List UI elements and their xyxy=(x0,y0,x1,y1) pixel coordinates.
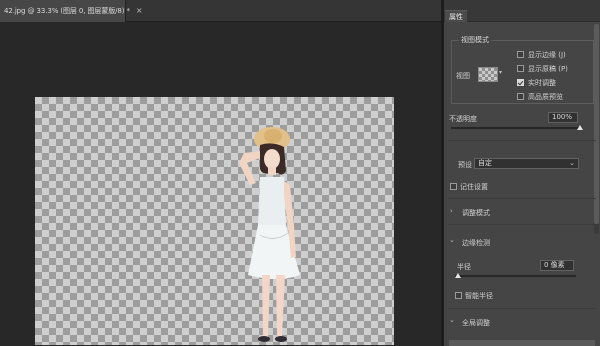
person-cutout-image xyxy=(239,127,300,342)
hq-preview-label: 高品质预览 xyxy=(528,93,563,101)
radius-slider-handle[interactable] xyxy=(455,273,461,278)
show-original-checkbox[interactable] xyxy=(517,65,524,72)
scrollbar-thumb[interactable] xyxy=(594,24,599,224)
collapsed-section-bar xyxy=(449,340,595,346)
radius-input[interactable]: 0 像素 xyxy=(540,260,574,271)
document-tab-title: 42.jpg @ 33.3% (图层 0, 图层蒙版/8) * xyxy=(4,7,130,15)
chevron-down-icon: ⌄ xyxy=(569,159,575,167)
show-edge-checkbox[interactable] xyxy=(517,51,524,58)
preset-select[interactable]: 自定 ⌄ xyxy=(474,158,579,169)
realtime-adjust-checkbox[interactable] xyxy=(517,79,524,86)
radius-slider-track[interactable] xyxy=(455,275,576,277)
chevron-down-icon[interactable]: ⌄ xyxy=(449,316,455,324)
remember-settings-checkbox[interactable] xyxy=(450,183,457,190)
global-adjust-label[interactable]: 全局调整 xyxy=(462,318,490,328)
view-mode-title: 视图模式 xyxy=(459,35,491,45)
divider xyxy=(448,308,596,309)
divider xyxy=(448,224,596,225)
opacity-slider-track[interactable] xyxy=(451,127,580,129)
chevron-down-icon[interactable]: ⌄ xyxy=(449,236,455,244)
edge-detection-label[interactable]: 边缘检测 xyxy=(462,238,490,248)
document-tab[interactable]: 42.jpg @ 33.3% (图层 0, 图层蒙版/8) * × xyxy=(0,0,143,22)
transparent-canvas[interactable] xyxy=(35,97,394,345)
view-mode-thumbnail[interactable] xyxy=(478,67,498,82)
smart-radius-checkbox[interactable] xyxy=(455,292,462,299)
panel-tab-bar: 属性 xyxy=(444,0,600,22)
hq-preview-checkbox[interactable] xyxy=(517,93,524,100)
document-tab-strip: 42.jpg @ 33.3% (图层 0, 图层蒙版/8) * × xyxy=(0,0,441,22)
remember-settings-label: 记住设置 xyxy=(460,183,488,191)
preset-value: 自定 xyxy=(478,159,492,167)
panel-scrollbar[interactable] xyxy=(594,24,599,234)
smart-radius-label: 智能半径 xyxy=(465,292,493,300)
realtime-adjust-label: 实时调整 xyxy=(528,79,556,87)
divider xyxy=(448,198,596,199)
chevron-right-icon[interactable]: › xyxy=(450,207,453,215)
opacity-slider-handle[interactable] xyxy=(577,125,583,130)
opacity-label: 不透明度 xyxy=(449,115,477,123)
divider xyxy=(448,140,596,141)
close-icon[interactable]: × xyxy=(136,6,143,16)
opacity-input[interactable]: 100% xyxy=(548,112,578,123)
preset-label: 预设 xyxy=(458,161,472,169)
canvas-area[interactable] xyxy=(0,22,441,346)
show-original-label: 显示原稿 (P) xyxy=(528,65,568,73)
tab-properties[interactable]: 属性 xyxy=(445,10,467,22)
show-edge-label: 显示边缘 (J) xyxy=(528,51,566,59)
adjust-mode-label[interactable]: 调整模式 xyxy=(462,208,490,218)
chevron-down-icon[interactable]: ▾ xyxy=(499,69,502,76)
view-label: 视图 xyxy=(456,72,470,80)
radius-label: 半径 xyxy=(457,263,471,271)
